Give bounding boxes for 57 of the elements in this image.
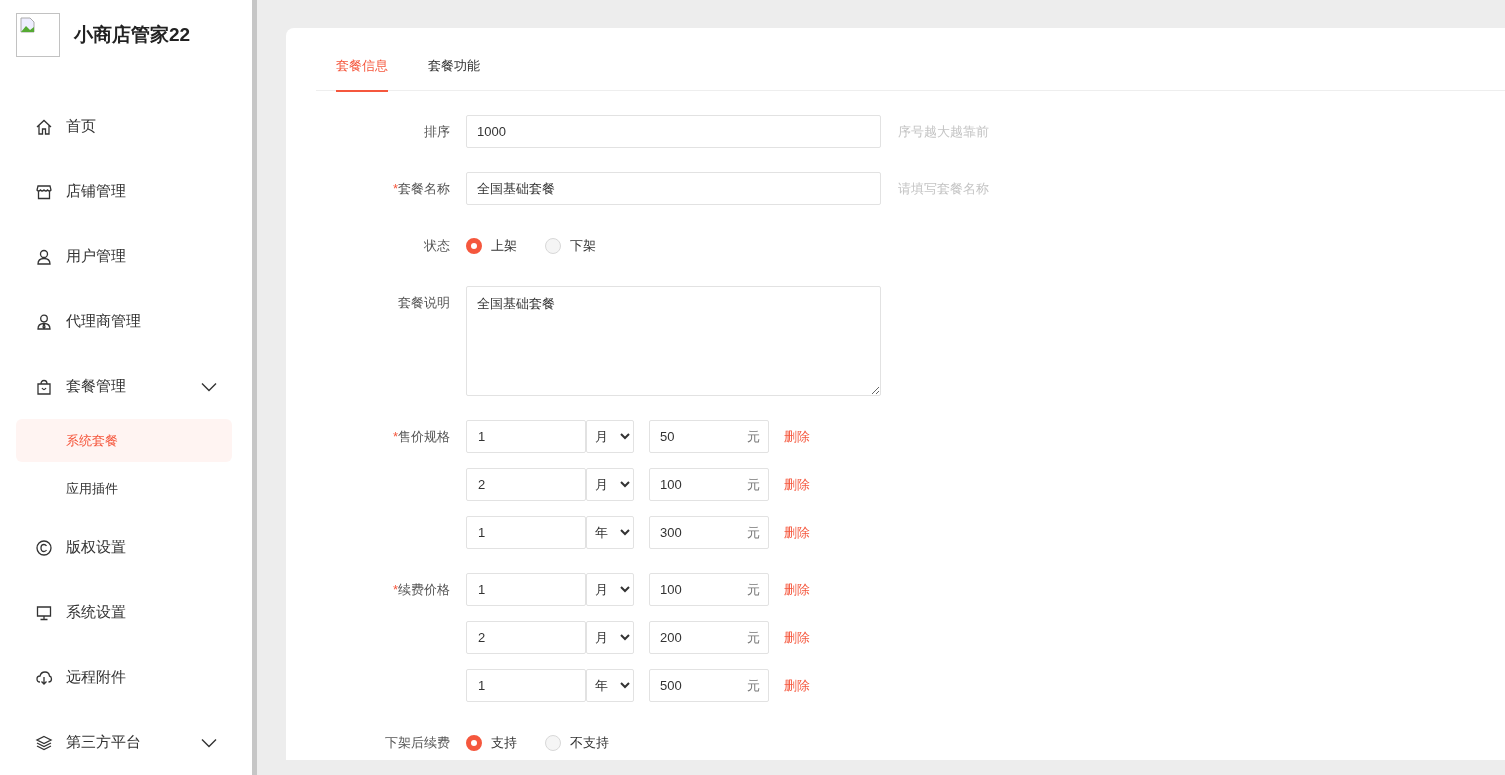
bag-icon xyxy=(35,377,53,396)
field-label: 排序 xyxy=(423,123,451,141)
sidebar-item[interactable]: 套餐管理 xyxy=(0,354,252,419)
quantity-field[interactable]: 2 xyxy=(466,621,586,654)
quantity-field[interactable]: 1 xyxy=(466,516,586,549)
currency-label: 元 xyxy=(747,629,760,646)
description-field[interactable]: 全国基础套餐 xyxy=(466,286,881,396)
text-field[interactable]: 全国基础套餐 xyxy=(466,172,881,205)
radio-label: 不支持 xyxy=(570,733,609,752)
user-icon xyxy=(35,247,53,266)
radio-button[interactable] xyxy=(466,237,482,254)
unit-select[interactable]: 年 xyxy=(586,669,634,702)
currency-label: 元 xyxy=(747,581,760,598)
unit-select[interactable]: 月 xyxy=(586,573,634,606)
sidebar-item[interactable]: 用户管理 xyxy=(0,224,252,289)
field-label: 下架后续费 xyxy=(384,734,451,752)
agent-icon xyxy=(35,312,53,331)
quantity-field[interactable]: 2 xyxy=(466,468,586,501)
unit-select[interactable]: 月 xyxy=(586,420,634,453)
field-label: *套餐名称 xyxy=(391,180,451,198)
currency-label: 元 xyxy=(747,476,760,493)
unit-select[interactable]: 月 xyxy=(586,468,634,501)
text-field[interactable]: 1000 xyxy=(466,115,881,148)
currency-label: 元 xyxy=(747,677,760,694)
sidebar-item[interactable]: 系统设置 xyxy=(0,580,252,645)
radio-label: 下架 xyxy=(570,236,596,255)
sidebar-item[interactable]: 代理商管理 xyxy=(0,289,252,354)
tab[interactable]: 套餐功能 xyxy=(428,28,480,92)
radio-label: 支持 xyxy=(491,733,517,752)
app-title: 小商店管家22 xyxy=(74,22,191,47)
field-label: 套餐说明 xyxy=(397,294,451,312)
copyright-icon xyxy=(35,538,53,557)
radio-button[interactable] xyxy=(466,734,482,751)
radio-label: 上架 xyxy=(491,236,517,255)
home-icon xyxy=(35,117,53,136)
sidebar-item[interactable]: 版权设置 xyxy=(0,515,252,580)
layers-icon xyxy=(35,733,53,752)
cloud-download-icon xyxy=(35,668,53,687)
hint-text: 请填写套餐名称 xyxy=(898,180,989,198)
quantity-field[interactable]: 1 xyxy=(466,573,586,606)
quantity-field[interactable]: 1 xyxy=(466,420,586,453)
unit-select[interactable]: 年 xyxy=(586,516,634,549)
sidebar-subitem[interactable]: 应用插件 xyxy=(16,467,232,510)
field-label: 状态 xyxy=(423,237,451,255)
currency-label: 元 xyxy=(747,524,760,541)
quantity-field[interactable]: 1 xyxy=(466,669,586,702)
sidebar-item[interactable]: 店铺管理 xyxy=(0,159,252,224)
monitor-icon xyxy=(35,603,53,622)
sidebar-item[interactable]: 首页 xyxy=(0,94,252,159)
sidebar-item[interactable]: 远程附件 xyxy=(0,645,252,710)
currency-label: 元 xyxy=(747,428,760,445)
sidebar-item[interactable]: 第三方平台 xyxy=(0,710,252,775)
field-label: *售价规格 xyxy=(391,428,451,446)
field-label: *续费价格 xyxy=(391,581,451,599)
unit-select[interactable]: 月 xyxy=(586,621,634,654)
broken-image-icon xyxy=(16,12,60,57)
store-icon xyxy=(35,182,53,201)
